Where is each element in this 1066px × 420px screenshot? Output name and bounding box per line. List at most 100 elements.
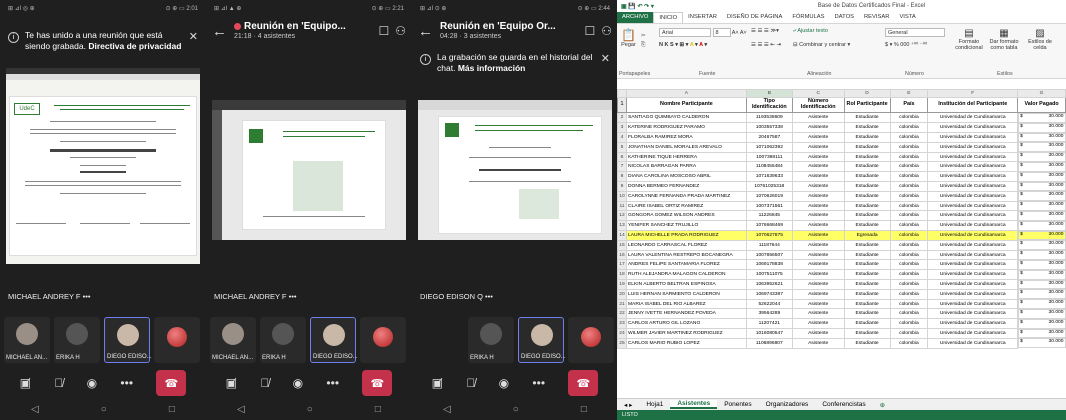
cell[interactable]: colombia (889, 122, 929, 134)
cell[interactable]: $30.000 (1018, 240, 1066, 251)
chat-icon[interactable]: ☐ (584, 24, 595, 38)
cell[interactable]: Asistente (791, 161, 845, 173)
cell[interactable]: Universidad de Cundinamarca (927, 288, 1019, 300)
cell[interactable]: Universidad de Cundinamarca (927, 220, 1019, 232)
cell[interactable]: $30.000 (1018, 230, 1066, 241)
cell[interactable]: Asistente (791, 111, 845, 124)
cell[interactable]: colombia (889, 249, 929, 261)
row-number[interactable]: 3 (617, 122, 627, 134)
paste-button[interactable]: 📋 Pegar (621, 28, 636, 48)
cell[interactable]: Asistente (791, 259, 845, 271)
cell[interactable]: Asistente (791, 171, 845, 183)
participant-tile[interactable]: DIEGO EDISO... (104, 317, 152, 363)
speaker-icon[interactable]: ◉ (293, 376, 303, 390)
cell[interactable]: Universidad de Cundinamarca (927, 318, 1019, 330)
cell[interactable]: Universidad de Cundinamarca (927, 181, 1019, 192)
tab-datos[interactable]: DATOS (830, 12, 859, 23)
tab-diseno[interactable]: DISEÑO DE PÁGINA (722, 12, 787, 23)
cell[interactable]: 1007511075 (745, 269, 793, 281)
tab-insertar[interactable]: INSERTAR (683, 12, 722, 23)
cell[interactable]: Asistente (791, 239, 845, 251)
cell[interactable]: Estudiante (843, 298, 891, 310)
header-cell[interactable]: País (889, 97, 929, 113)
cell[interactable]: JONATHAN DANIEL MORALES AREVALO (625, 141, 747, 153)
cell[interactable]: $30.000 (1018, 113, 1066, 123)
cell[interactable]: Asistente (791, 200, 845, 212)
participant-tile[interactable]: MICHAEL AN... (210, 317, 256, 363)
cell[interactable]: Asistente (791, 288, 845, 300)
cell[interactable]: Universidad de Cundinamarca (927, 249, 1019, 261)
row-number[interactable]: 9 (617, 181, 627, 192)
cell[interactable]: Estudiante (843, 259, 891, 271)
cell[interactable]: 1106896807 (745, 337, 793, 349)
font-grow-icon[interactable]: A˄ A˅ (732, 30, 747, 36)
cell[interactable]: 1007371561 (745, 200, 793, 212)
cell[interactable]: 1108455484 (745, 161, 793, 173)
wrap-text-button[interactable]: ⤶ Ajustar texto (793, 28, 828, 35)
row-number[interactable]: 10 (617, 190, 627, 202)
recents-icon[interactable]: □ (581, 404, 587, 415)
cell[interactable]: colombia (889, 298, 929, 310)
more-icon[interactable]: ••• (532, 376, 545, 390)
cell[interactable]: $30.000 (1018, 289, 1066, 300)
cell[interactable]: Asistente (791, 318, 845, 330)
cell[interactable]: $30.000 (1018, 250, 1066, 260)
cell[interactable]: Estudiante (843, 288, 891, 300)
header-cell[interactable]: Tipo Identificación (745, 97, 793, 113)
cell[interactable]: 1076668469 (745, 220, 793, 232)
row-number[interactable]: 4 (617, 132, 627, 143)
number-buttons[interactable]: $ ▾ % 000 ⁺⁰⁰ ⁻⁰⁰ (885, 42, 927, 48)
cell[interactable]: 20467587 (745, 132, 793, 143)
clipboard-tools[interactable]: ✂ ⎘ (641, 32, 646, 50)
cell[interactable]: NICOLAS BARRAGAN PARRA (625, 161, 747, 173)
cell[interactable]: KATHERINE TIQUE HERRERA (625, 151, 747, 163)
cell[interactable]: 1016080547 (745, 328, 793, 339)
cell[interactable]: Asistente (791, 132, 845, 143)
cell[interactable]: 11226845 (745, 210, 793, 222)
cell[interactable]: $30.000 (1018, 191, 1066, 202)
end-call-button[interactable]: ☎ (362, 370, 393, 396)
header-cell[interactable]: Número Identificación (791, 97, 845, 113)
cell[interactable]: CAROLYNNE FERNANDA PRADA MARTINEZ (625, 190, 747, 202)
cell[interactable]: Asistente (791, 181, 845, 192)
cell[interactable]: Universidad de Cundinamarca (927, 337, 1019, 349)
camera-off-icon[interactable]: ▣̸ (226, 376, 237, 390)
cell[interactable]: Estudiante (843, 210, 891, 222)
cell[interactable]: Asistente (791, 220, 845, 232)
font-format-buttons[interactable]: N K S ▾ ⊞ ▾ A ▾ A ▾ (659, 42, 707, 48)
cell[interactable]: $30.000 (1018, 328, 1066, 339)
cell[interactable]: colombia (889, 111, 929, 124)
close-icon[interactable]: ✕ (601, 52, 610, 74)
cell[interactable]: Asistente (791, 337, 845, 349)
cell[interactable]: colombia (889, 230, 929, 241)
camera-off-icon[interactable]: ▣̸ (432, 376, 443, 390)
cell[interactable]: 1193538609 (745, 111, 793, 124)
tab-formulas[interactable]: FÓRMULAS (787, 12, 829, 23)
column-header[interactable]: B (745, 89, 793, 98)
header-cell[interactable]: Nombre Participante (625, 97, 747, 113)
cell[interactable]: 1007856507 (745, 249, 793, 261)
cell[interactable]: 11207421 (745, 318, 793, 330)
cell[interactable]: Asistente (791, 210, 845, 222)
cell[interactable]: $30.000 (1018, 259, 1066, 270)
cell[interactable]: $30.000 (1018, 210, 1066, 221)
cell[interactable]: Estudiante (843, 151, 891, 163)
column-header[interactable]: A (625, 89, 747, 98)
scroll-tabs-icon[interactable]: ◂ ▸ (617, 401, 639, 409)
cell[interactable]: Estudiante (843, 161, 891, 173)
cell[interactable]: 1069178838 (745, 259, 793, 271)
spreadsheet-grid[interactable]: ABCDEFG 1 Nombre Participante Tipo Identif… (617, 89, 1066, 349)
row-number[interactable]: 2 (617, 111, 627, 124)
row-number[interactable]: 14 (617, 230, 627, 241)
cell[interactable]: $30.000 (1018, 318, 1066, 329)
cell[interactable]: Universidad de Cundinamarca (927, 279, 1019, 290)
cell[interactable]: DONNA BERMEO FERNANDEZ (625, 181, 747, 192)
speaker-icon[interactable]: ◉ (499, 376, 509, 390)
cell[interactable]: colombia (889, 239, 929, 251)
cell[interactable]: Universidad de Cundinamarca (927, 190, 1019, 202)
cell[interactable]: $30.000 (1018, 338, 1066, 349)
column-header[interactable]: F (927, 89, 1019, 98)
more-icon[interactable]: ••• (326, 376, 339, 390)
row-number[interactable]: 13 (617, 220, 627, 232)
cell[interactable]: WILMER JAVIER MARTINEZ RODRIGUEZ (625, 328, 747, 339)
